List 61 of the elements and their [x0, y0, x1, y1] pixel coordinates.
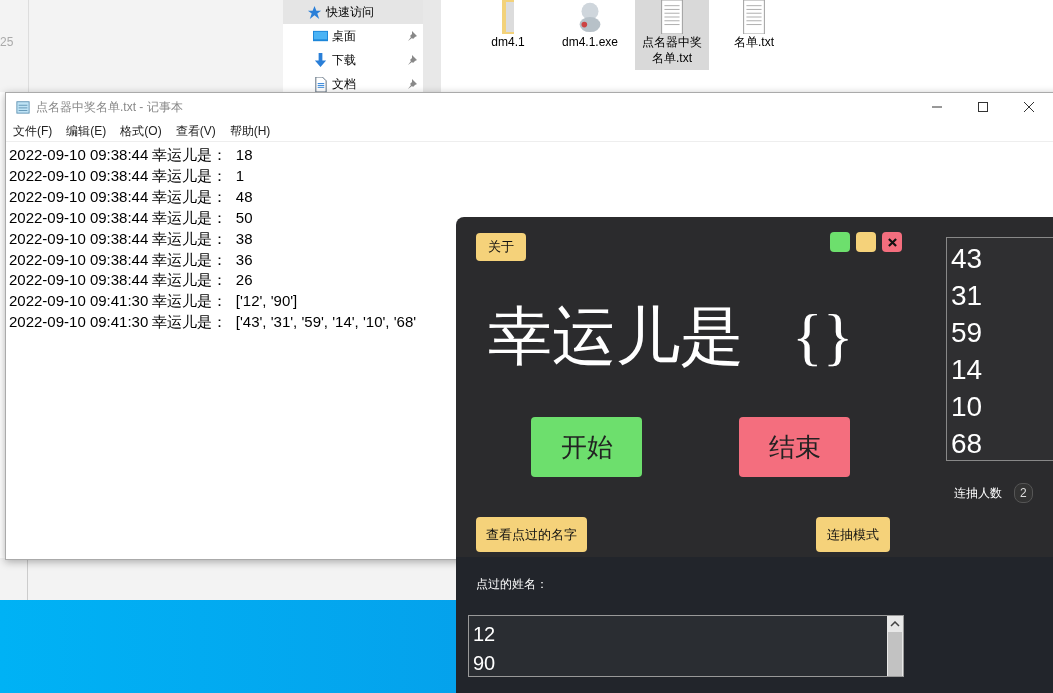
- menu-item[interactable]: 格式(O): [120, 122, 162, 140]
- list-entry: 59: [951, 316, 984, 350]
- history-entry: 90: [473, 651, 497, 676]
- menu-item[interactable]: 文件(F): [13, 122, 53, 140]
- nav-item[interactable]: 快速访问: [283, 0, 423, 24]
- window-control-button[interactable]: [882, 232, 902, 252]
- download-icon: [313, 52, 328, 68]
- nav-item[interactable]: 文档: [283, 72, 423, 96]
- file-item[interactable]: 点名器中奖名单.txt: [635, 0, 709, 70]
- start-button[interactable]: 开始: [531, 417, 642, 477]
- multi-draw-button[interactable]: 连抽模式: [816, 517, 890, 552]
- nav-item[interactable]: 桌面: [283, 24, 423, 48]
- result-braces: {}: [792, 305, 854, 369]
- count-label: 连抽人数: [954, 484, 1002, 502]
- list-entry: 10: [951, 390, 984, 424]
- pin-icon: [407, 55, 417, 65]
- desktop-icon: [313, 28, 328, 44]
- history-label: 点过的姓名：: [476, 576, 548, 593]
- headline: 幸运儿是: [488, 305, 744, 369]
- nav-item[interactable]: 下载: [283, 48, 423, 72]
- text-line: 2022-09-10 09:41:30 幸运儿是： ['43', '31', '59', '14', '10', '68': [9, 312, 417, 333]
- about-button[interactable]: 关于: [476, 233, 526, 261]
- text-line: 2022-09-10 09:38:44 幸运儿是： 48: [9, 186, 253, 207]
- maximize-icon[interactable]: [978, 102, 988, 112]
- count-field[interactable]: 2: [1014, 483, 1033, 503]
- line-number: 25: [0, 35, 14, 49]
- pin-icon: [407, 79, 417, 89]
- close-icon[interactable]: [1024, 102, 1034, 112]
- menu-item[interactable]: 帮助(H): [229, 122, 271, 140]
- file-item[interactable]: 名单.txt: [717, 0, 791, 54]
- draw-list[interactable]: 43 31 59 14 10 68: [946, 237, 1053, 461]
- text-line: 2022-09-10 09:38:44 幸运儿是： 36: [9, 249, 253, 270]
- file-item[interactable]: dm4.1: [471, 0, 545, 54]
- history-button[interactable]: 查看点过的名字: [476, 517, 587, 552]
- close-icon: [887, 237, 897, 247]
- list-entry: 31: [951, 279, 984, 313]
- text-line: 2022-09-10 09:38:44 幸运儿是： 18: [9, 145, 253, 165]
- scroll-up-icon[interactable]: [890, 621, 900, 627]
- star-icon: [307, 4, 322, 20]
- list-entry: 14: [951, 353, 984, 387]
- window-title: 点名器中奖名单.txt - 记事本: [36, 98, 184, 116]
- text-line: 2022-09-10 09:41:30 幸运儿是： ['12', '90']: [9, 291, 298, 312]
- folder-icon: [502, 0, 514, 34]
- menu-item[interactable]: 查看(V): [175, 122, 216, 140]
- menu-item[interactable]: 编辑(E): [66, 122, 107, 140]
- scrollbar[interactable]: [423, 0, 441, 92]
- text-line: 2022-09-10 09:38:44 幸运儿是： 38: [9, 228, 253, 249]
- list-entry: 43: [951, 242, 984, 276]
- notepad-icon: [16, 100, 30, 114]
- window-control-button[interactable]: [830, 232, 850, 252]
- scrollbar-thumb[interactable]: [888, 632, 902, 676]
- history-entry: 12: [473, 622, 497, 647]
- text-line: 2022-09-10 09:38:44 幸运儿是： 1: [9, 165, 245, 186]
- file-item[interactable]: dm4.1.exe: [553, 0, 627, 54]
- text-line: 2022-09-10 09:38:44 幸运儿是： 50: [9, 207, 253, 228]
- window-control-button[interactable]: [856, 232, 876, 252]
- pin-icon: [407, 31, 417, 41]
- text-line: 2022-09-10 09:38:44 幸运儿是： 26: [9, 270, 253, 291]
- list-entry: 68: [951, 427, 984, 460]
- stop-button[interactable]: 结束: [739, 417, 850, 477]
- history-box[interactable]: 12 90: [468, 615, 904, 677]
